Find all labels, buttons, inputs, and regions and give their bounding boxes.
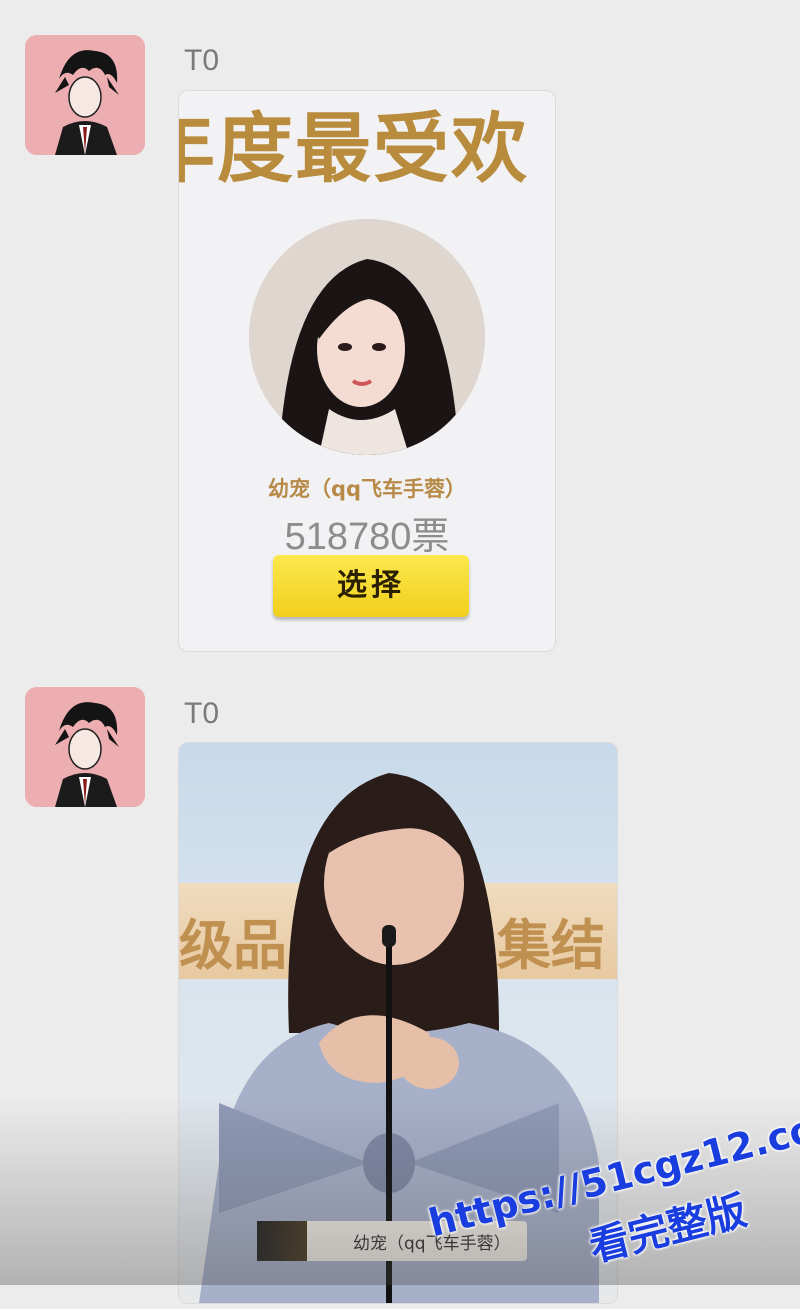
vote-card[interactable]: 年度最受欢 幼宠（qq飞车手蓉） 518780票 选择 <box>178 90 556 652</box>
sender-name: T0 <box>184 44 220 77</box>
contestant-photo[interactable] <box>249 219 485 455</box>
avatar-illustration <box>25 687 145 807</box>
avatar-illustration <box>25 35 145 155</box>
contestant-name: 幼宠（qq飞车手蓉） <box>267 477 467 501</box>
avatar[interactable] <box>25 35 145 155</box>
avatar[interactable] <box>25 687 145 807</box>
vote-count: 518780票 <box>284 516 450 558</box>
portrait-image <box>249 219 485 455</box>
select-button[interactable]: 选择 <box>273 555 469 617</box>
sender-name: T0 <box>184 697 220 730</box>
banner-title: 年度最受欢 <box>178 104 529 193</box>
trophy-icon <box>257 1221 307 1261</box>
